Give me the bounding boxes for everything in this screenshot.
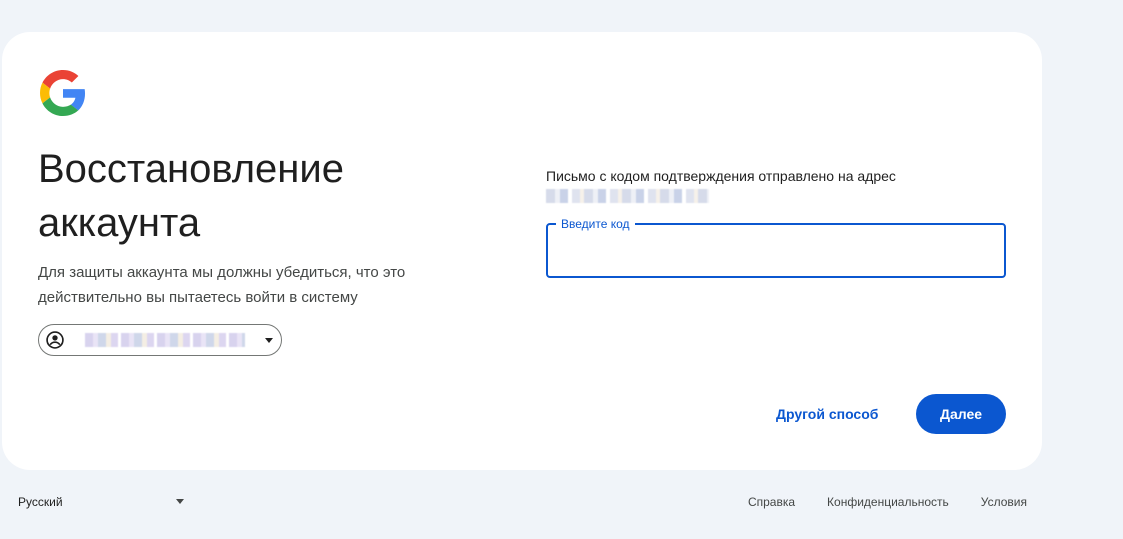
- footer: Русский Справка Конфиденциальность Услов…: [0, 490, 1123, 514]
- chevron-down-icon: [176, 499, 184, 504]
- email-address-redacted: [546, 189, 709, 203]
- account-email-redacted: [85, 333, 245, 347]
- account-circle-icon: [46, 331, 64, 349]
- help-link[interactable]: Справка: [748, 495, 795, 509]
- code-input[interactable]: [548, 225, 1004, 276]
- account-chooser[interactable]: [38, 324, 282, 356]
- chevron-down-icon: [265, 337, 273, 343]
- code-field[interactable]: Введите код: [546, 216, 1006, 278]
- privacy-link[interactable]: Конфиденциальность: [827, 495, 949, 509]
- footer-links: Справка Конфиденциальность Условия: [748, 490, 1027, 514]
- page-subtitle: Для защиты аккаунта мы должны убедиться,…: [38, 264, 406, 306]
- language-select[interactable]: Русский: [18, 490, 186, 514]
- verification-info: Письмо с кодом подтверждения отправлено …: [546, 168, 896, 184]
- terms-link[interactable]: Условия: [981, 495, 1027, 509]
- google-logo: [40, 70, 86, 116]
- next-button[interactable]: Далее: [916, 394, 1006, 434]
- page-title: Восстановление аккаунта: [38, 147, 344, 245]
- language-label: Русский: [18, 495, 63, 509]
- recovery-card: Восстановление аккаунта Для защиты аккау…: [2, 32, 1042, 470]
- try-another-way-button[interactable]: Другой способ: [764, 396, 890, 432]
